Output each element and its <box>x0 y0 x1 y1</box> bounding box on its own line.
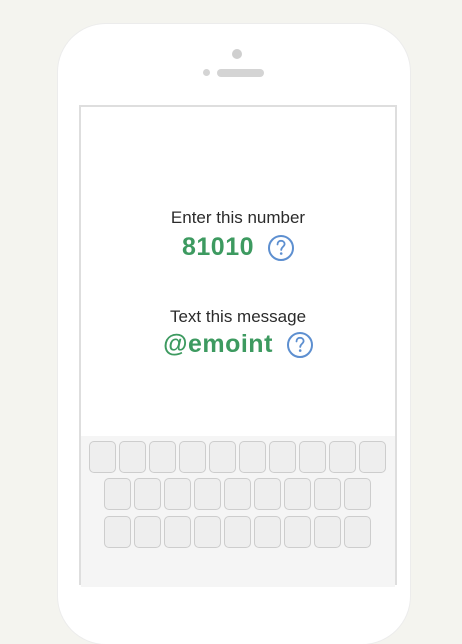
keyboard-key[interactable] <box>359 441 386 473</box>
keyboard-key[interactable] <box>344 478 371 510</box>
keyboard-key[interactable] <box>284 516 311 548</box>
keyboard-key[interactable] <box>254 516 281 548</box>
message-help-button[interactable] <box>286 331 313 358</box>
keyboard-key[interactable] <box>344 516 371 548</box>
keyboard-key[interactable] <box>134 516 161 548</box>
keyboard-key[interactable] <box>164 478 191 510</box>
number-help-button[interactable] <box>268 234 295 261</box>
keyboard-key[interactable] <box>104 478 131 510</box>
question-circle-icon <box>295 336 305 352</box>
number-row: 81010 <box>81 233 395 262</box>
number-instruction: Enter this number <box>170 208 306 227</box>
keyboard-key[interactable] <box>194 516 221 548</box>
keyboard-key[interactable] <box>104 516 131 548</box>
keyboard-key[interactable] <box>224 516 251 548</box>
keyboard-key[interactable] <box>89 441 116 473</box>
short-code-number: 81010 <box>181 233 255 261</box>
keyboard-key[interactable] <box>134 478 161 510</box>
keyboard-key[interactable] <box>299 441 326 473</box>
keyboard-key[interactable] <box>314 478 341 510</box>
keyboard-key[interactable] <box>239 441 266 473</box>
message-keyword: @emoint <box>163 330 273 358</box>
keyboard-key[interactable] <box>284 478 311 510</box>
message-row: @emoint <box>81 330 395 359</box>
keyboard <box>81 436 395 587</box>
phone-screen: Enter this number 81010 Text this messag… <box>79 105 397 587</box>
keyboard-key[interactable] <box>254 478 281 510</box>
question-circle-icon <box>276 239 286 255</box>
keyboard-key[interactable] <box>209 441 236 473</box>
keyboard-key[interactable] <box>329 441 356 473</box>
keyboard-key[interactable] <box>179 441 206 473</box>
phone-camera <box>232 49 242 59</box>
phone-speaker <box>217 69 264 77</box>
keyboard-key[interactable] <box>149 441 176 473</box>
keyboard-key[interactable] <box>269 441 296 473</box>
phone-sensor <box>203 69 210 76</box>
keyboard-key[interactable] <box>119 441 146 473</box>
keyboard-key[interactable] <box>164 516 191 548</box>
message-instruction: Text this message <box>169 307 307 326</box>
keyboard-key[interactable] <box>224 478 251 510</box>
keyboard-key[interactable] <box>194 478 221 510</box>
keyboard-key[interactable] <box>314 516 341 548</box>
